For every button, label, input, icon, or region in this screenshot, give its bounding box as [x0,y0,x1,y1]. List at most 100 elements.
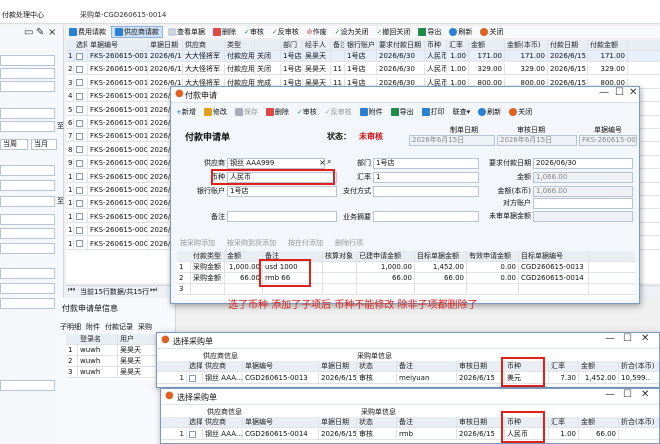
tab-sub-detail[interactable]: 子明细 [60,322,81,332]
left-filter-2[interactable] [0,68,55,79]
left-filter-10[interactable] [0,228,55,239]
col-remark[interactable]: 备注 [397,417,457,428]
col-rate[interactable]: 汇率 [447,40,469,51]
select-checkbox[interactable] [74,185,88,196]
audit-button[interactable]: ✓审核 [294,107,320,117]
unaudit-button[interactable]: ✓反审核 [269,27,302,37]
col-built-amount[interactable]: 已建申请金额 [357,251,415,262]
select-checkbox[interactable] [74,211,88,223]
left-filter-6[interactable] [0,165,55,176]
pin-icon[interactable]: ✎ [36,27,44,38]
monitor-icon[interactable]: ▭ [24,27,33,38]
remark-input[interactable] [227,211,337,222]
save-button[interactable]: 保存 [232,107,261,117]
tab-purchase[interactable]: 采购 [138,322,152,332]
close-window-icon[interactable]: ✕ [641,333,649,344]
col-doc-date[interactable]: 单据日期 [148,40,183,51]
col-supplier[interactable]: 供应商 [203,361,243,372]
select-checkbox[interactable] [187,373,203,384]
col-account-obj[interactable]: 核算对象 [323,251,357,262]
rate-input[interactable]: 1 [373,172,479,183]
col-amount-local[interactable]: 金额(本币) [505,40,548,51]
col-amount[interactable]: 金额 [469,40,505,51]
supplier-input[interactable]: 钢丝 AAA999 [227,158,325,169]
left-filter-4[interactable] [0,108,55,119]
col-pay-type[interactable]: 付款类型 [191,251,225,262]
col-remark[interactable]: 备注 [397,361,457,372]
new-button[interactable]: +新增 [173,107,199,117]
col-doc-no[interactable]: 单据编号 [88,40,148,51]
add-by-arrival-button[interactable]: 按采购到货添加 [224,238,279,248]
close-window-icon[interactable]: ✕ [641,389,649,400]
col-doc-no[interactable]: 单据编号 [243,361,319,372]
select-checkbox[interactable] [74,118,88,129]
void-button[interactable]: ⊘作废 [304,27,330,37]
col-handler[interactable]: 经手人 [303,40,331,51]
sel2-row[interactable]: 1 钢丝 AAA... CGD260615-0014 2026/6/15 审核 … [161,429,659,440]
col-bank[interactable]: 银行账户 [345,40,377,51]
dept-select[interactable]: 1号店 [373,158,479,169]
left-filter-15[interactable] [0,380,55,391]
select-checkbox[interactable] [74,131,88,143]
left-filter-11[interactable] [0,243,55,254]
col-rate[interactable]: 汇率 [549,417,579,428]
col-rate[interactable]: 汇率 [549,361,579,372]
supplier-request-button[interactable]: 供应商请款 [111,26,163,38]
bank-select[interactable]: 1号店 [227,186,337,197]
maximize-icon[interactable]: ☐ [623,333,632,344]
left-sort-b[interactable]: 当月 [31,139,57,150]
pager-first-icon[interactable]: ⏮ [68,285,75,295]
select-checkbox[interactable] [74,198,88,210]
minimize-icon[interactable]: — [599,87,609,98]
maximize-icon[interactable]: ☐ [623,389,632,400]
revoke-close-button[interactable]: ✓撤回关闭 [374,27,414,37]
select-checkbox[interactable] [74,104,88,116]
close-window-icon[interactable]: ✕ [629,87,637,98]
select-checkbox[interactable] [74,77,88,89]
pager-next-icon[interactable]: ⏭ [150,285,157,295]
left-filter-8[interactable] [0,196,55,207]
col-login[interactable]: 登录名 [78,334,118,345]
col-amount[interactable]: 金额 [579,361,619,372]
export-button[interactable]: 导出 [415,27,444,37]
select-checkbox[interactable] [74,225,88,237]
col-supplier[interactable]: 供应商 [183,40,225,51]
edit-button[interactable]: 修改 [201,107,230,117]
close-button[interactable]: 关闭 [477,27,506,37]
col-type[interactable]: 类型 [225,40,255,51]
col-doc-date[interactable]: 单据日期 [319,361,357,372]
col-pay-amount[interactable]: 付款金额 [588,40,628,51]
col-target-amount[interactable]: 目标单据金额 [415,251,467,262]
set-close-button[interactable]: ✓设为关闭 [332,27,372,37]
table-row[interactable]: 3 [177,284,635,295]
col-valid-amount[interactable]: 有效申请金额 [467,251,519,262]
delete-button[interactable]: 删除 [210,27,239,37]
attachment-button[interactable]: 附件 [357,107,386,117]
paytype-select[interactable] [373,186,479,197]
close-button[interactable]: 关闭 [506,107,535,117]
left-filter-14[interactable] [0,298,55,309]
minimize-icon[interactable]: — [605,333,615,344]
doc-tab[interactable]: 采购单-CGD260615-0014 [80,10,166,20]
col-select[interactable]: 选择 [74,40,88,51]
left-filter-13[interactable] [0,283,55,294]
col-sub-amount[interactable]: 金额 [225,251,263,262]
req-date-input[interactable]: 2026/06/30 [533,158,633,169]
table-row[interactable]: 1 FKS-260615-0016 2026/6/15 大大怪将军 付款应用 关闭 1号店吴… [66,51,660,62]
col-doc-no[interactable]: 单据编号 [243,417,319,428]
left-filter-5[interactable] [0,121,55,132]
select-checkbox[interactable] [74,171,88,183]
left-sort-a[interactable]: 当周 [0,139,28,150]
refresh-button[interactable]: 刷新 [475,107,504,117]
counter-input[interactable] [533,198,633,209]
col-select[interactable]: 选择 [187,361,203,372]
maximize-icon[interactable]: ☐ [615,87,624,98]
col-currency[interactable]: 币种 [425,40,447,51]
clear-icon[interactable]: × [319,158,326,167]
select-checkbox[interactable] [74,238,88,250]
col-select[interactable]: 选择 [187,417,203,428]
col-supplier[interactable]: 供应商 [203,417,243,428]
table-row[interactable]: 1 采购金额 1,000.00 usd 1000 1,000.00 1,452.00 0.0… [177,262,635,273]
add-by-paying-button[interactable]: 按在付添加 [285,238,326,248]
col-local[interactable]: 折合(本币) [619,417,660,428]
